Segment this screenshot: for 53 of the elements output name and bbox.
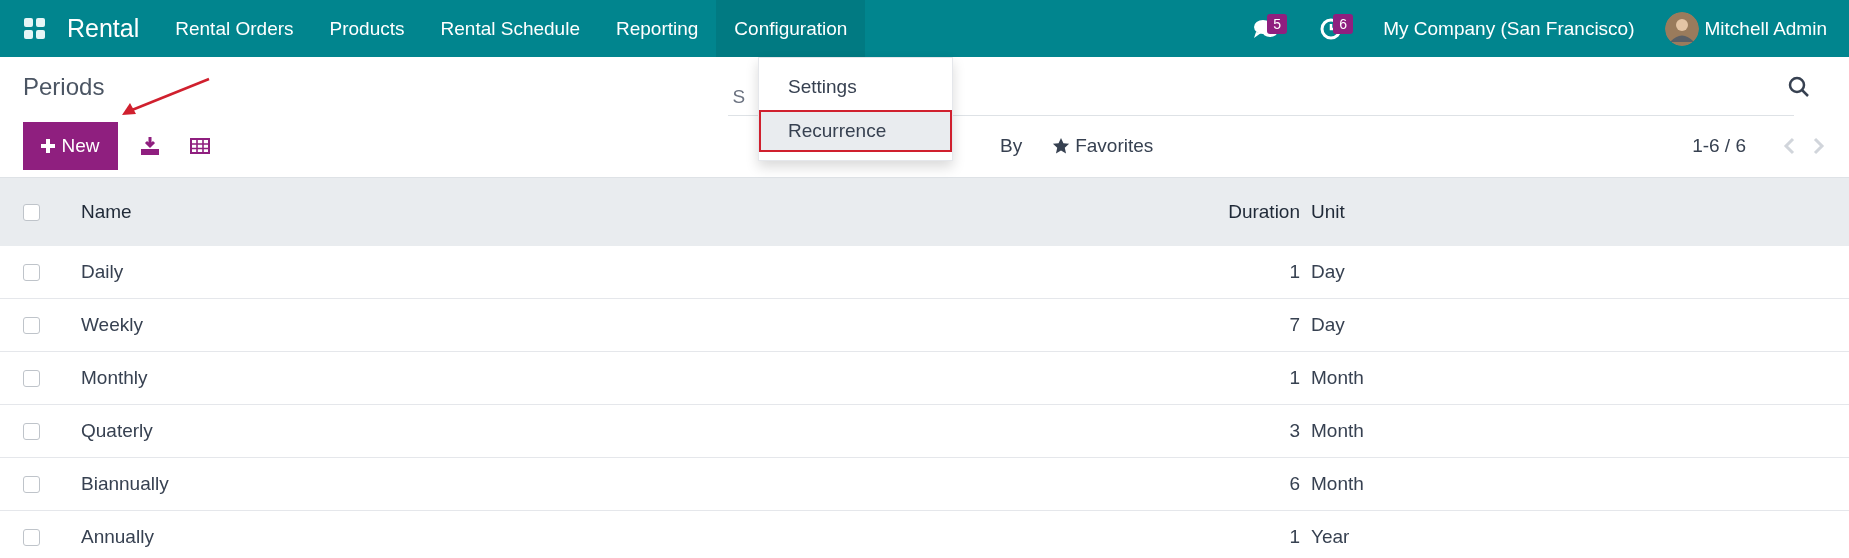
row-checkbox[interactable] <box>23 369 40 387</box>
row-checkbox[interactable] <box>23 528 40 546</box>
nav-menu-item[interactable]: Rental Orders <box>157 0 312 57</box>
row-checkbox[interactable] <box>23 422 40 440</box>
previous-page-icon[interactable] <box>1782 136 1796 156</box>
column-header[interactable]: Duration <box>1228 201 1300 222</box>
new-button[interactable]: New <box>23 122 118 170</box>
table-cell: Daily <box>81 261 124 282</box>
select-all-checkbox[interactable] <box>23 203 40 221</box>
nav-menu-item[interactable]: Reporting <box>597 0 717 57</box>
nav-menu-item[interactable]: Configuration <box>716 0 866 57</box>
table-cell: Month <box>1311 367 1364 388</box>
group-by-menu[interactable]: By <box>1000 135 1023 157</box>
row-checkbox[interactable] <box>23 316 40 334</box>
table-cell: 1 <box>1289 526 1300 547</box>
table-cell: Month <box>1311 473 1364 494</box>
next-page-icon[interactable] <box>1812 136 1826 156</box>
nav-menu-item[interactable]: Rental Schedule <box>422 0 598 57</box>
table-cell: Annually <box>81 526 154 547</box>
table-cell: Quaterly <box>81 420 153 441</box>
column-header[interactable]: Unit <box>1311 201 1345 222</box>
table-cell: Monthly <box>81 367 148 388</box>
table-cell: Biannually <box>81 473 169 494</box>
star-icon <box>1052 137 1071 155</box>
table-cell: 3 <box>1289 420 1300 441</box>
table-cell: 1 <box>1289 261 1300 282</box>
nav-menu-item[interactable]: Products <box>311 0 423 57</box>
avatar-icon[interactable] <box>1664 11 1699 46</box>
table-cell: Day <box>1311 261 1345 282</box>
activity-count-badge: 6 <box>1333 13 1353 34</box>
pager-value[interactable]: 1-6 / 6 <box>1692 135 1746 157</box>
table-cell: Year <box>1311 526 1350 547</box>
column-header[interactable]: Name <box>81 201 132 222</box>
favorites-menu[interactable]: Favorites <box>1046 134 1160 158</box>
row-checkbox[interactable] <box>23 263 40 281</box>
table-cell: 7 <box>1289 314 1300 335</box>
plus-icon <box>41 139 56 153</box>
search-icon[interactable] <box>1788 76 1811 98</box>
row-checkbox[interactable] <box>23 475 40 493</box>
app-name[interactable]: Rental <box>67 14 140 43</box>
message-count-badge: 5 <box>1267 13 1287 34</box>
user-menu[interactable]: Mitchell Admin <box>1704 17 1827 40</box>
table-cell: Month <box>1311 420 1364 441</box>
download-icon[interactable] <box>140 136 160 156</box>
apps-menu-icon[interactable] <box>23 16 47 41</box>
table-cell: Weekly <box>81 314 143 335</box>
table-cell: Day <box>1311 314 1345 335</box>
spreadsheet-icon[interactable] <box>190 136 210 156</box>
table-cell: 1 <box>1289 367 1300 388</box>
company-switcher[interactable]: My Company (San Francisco) <box>1383 17 1635 40</box>
dropdown-item[interactable]: Recurrence <box>759 110 952 152</box>
page-title: Periods <box>23 73 105 101</box>
table-cell: 6 <box>1289 473 1300 494</box>
